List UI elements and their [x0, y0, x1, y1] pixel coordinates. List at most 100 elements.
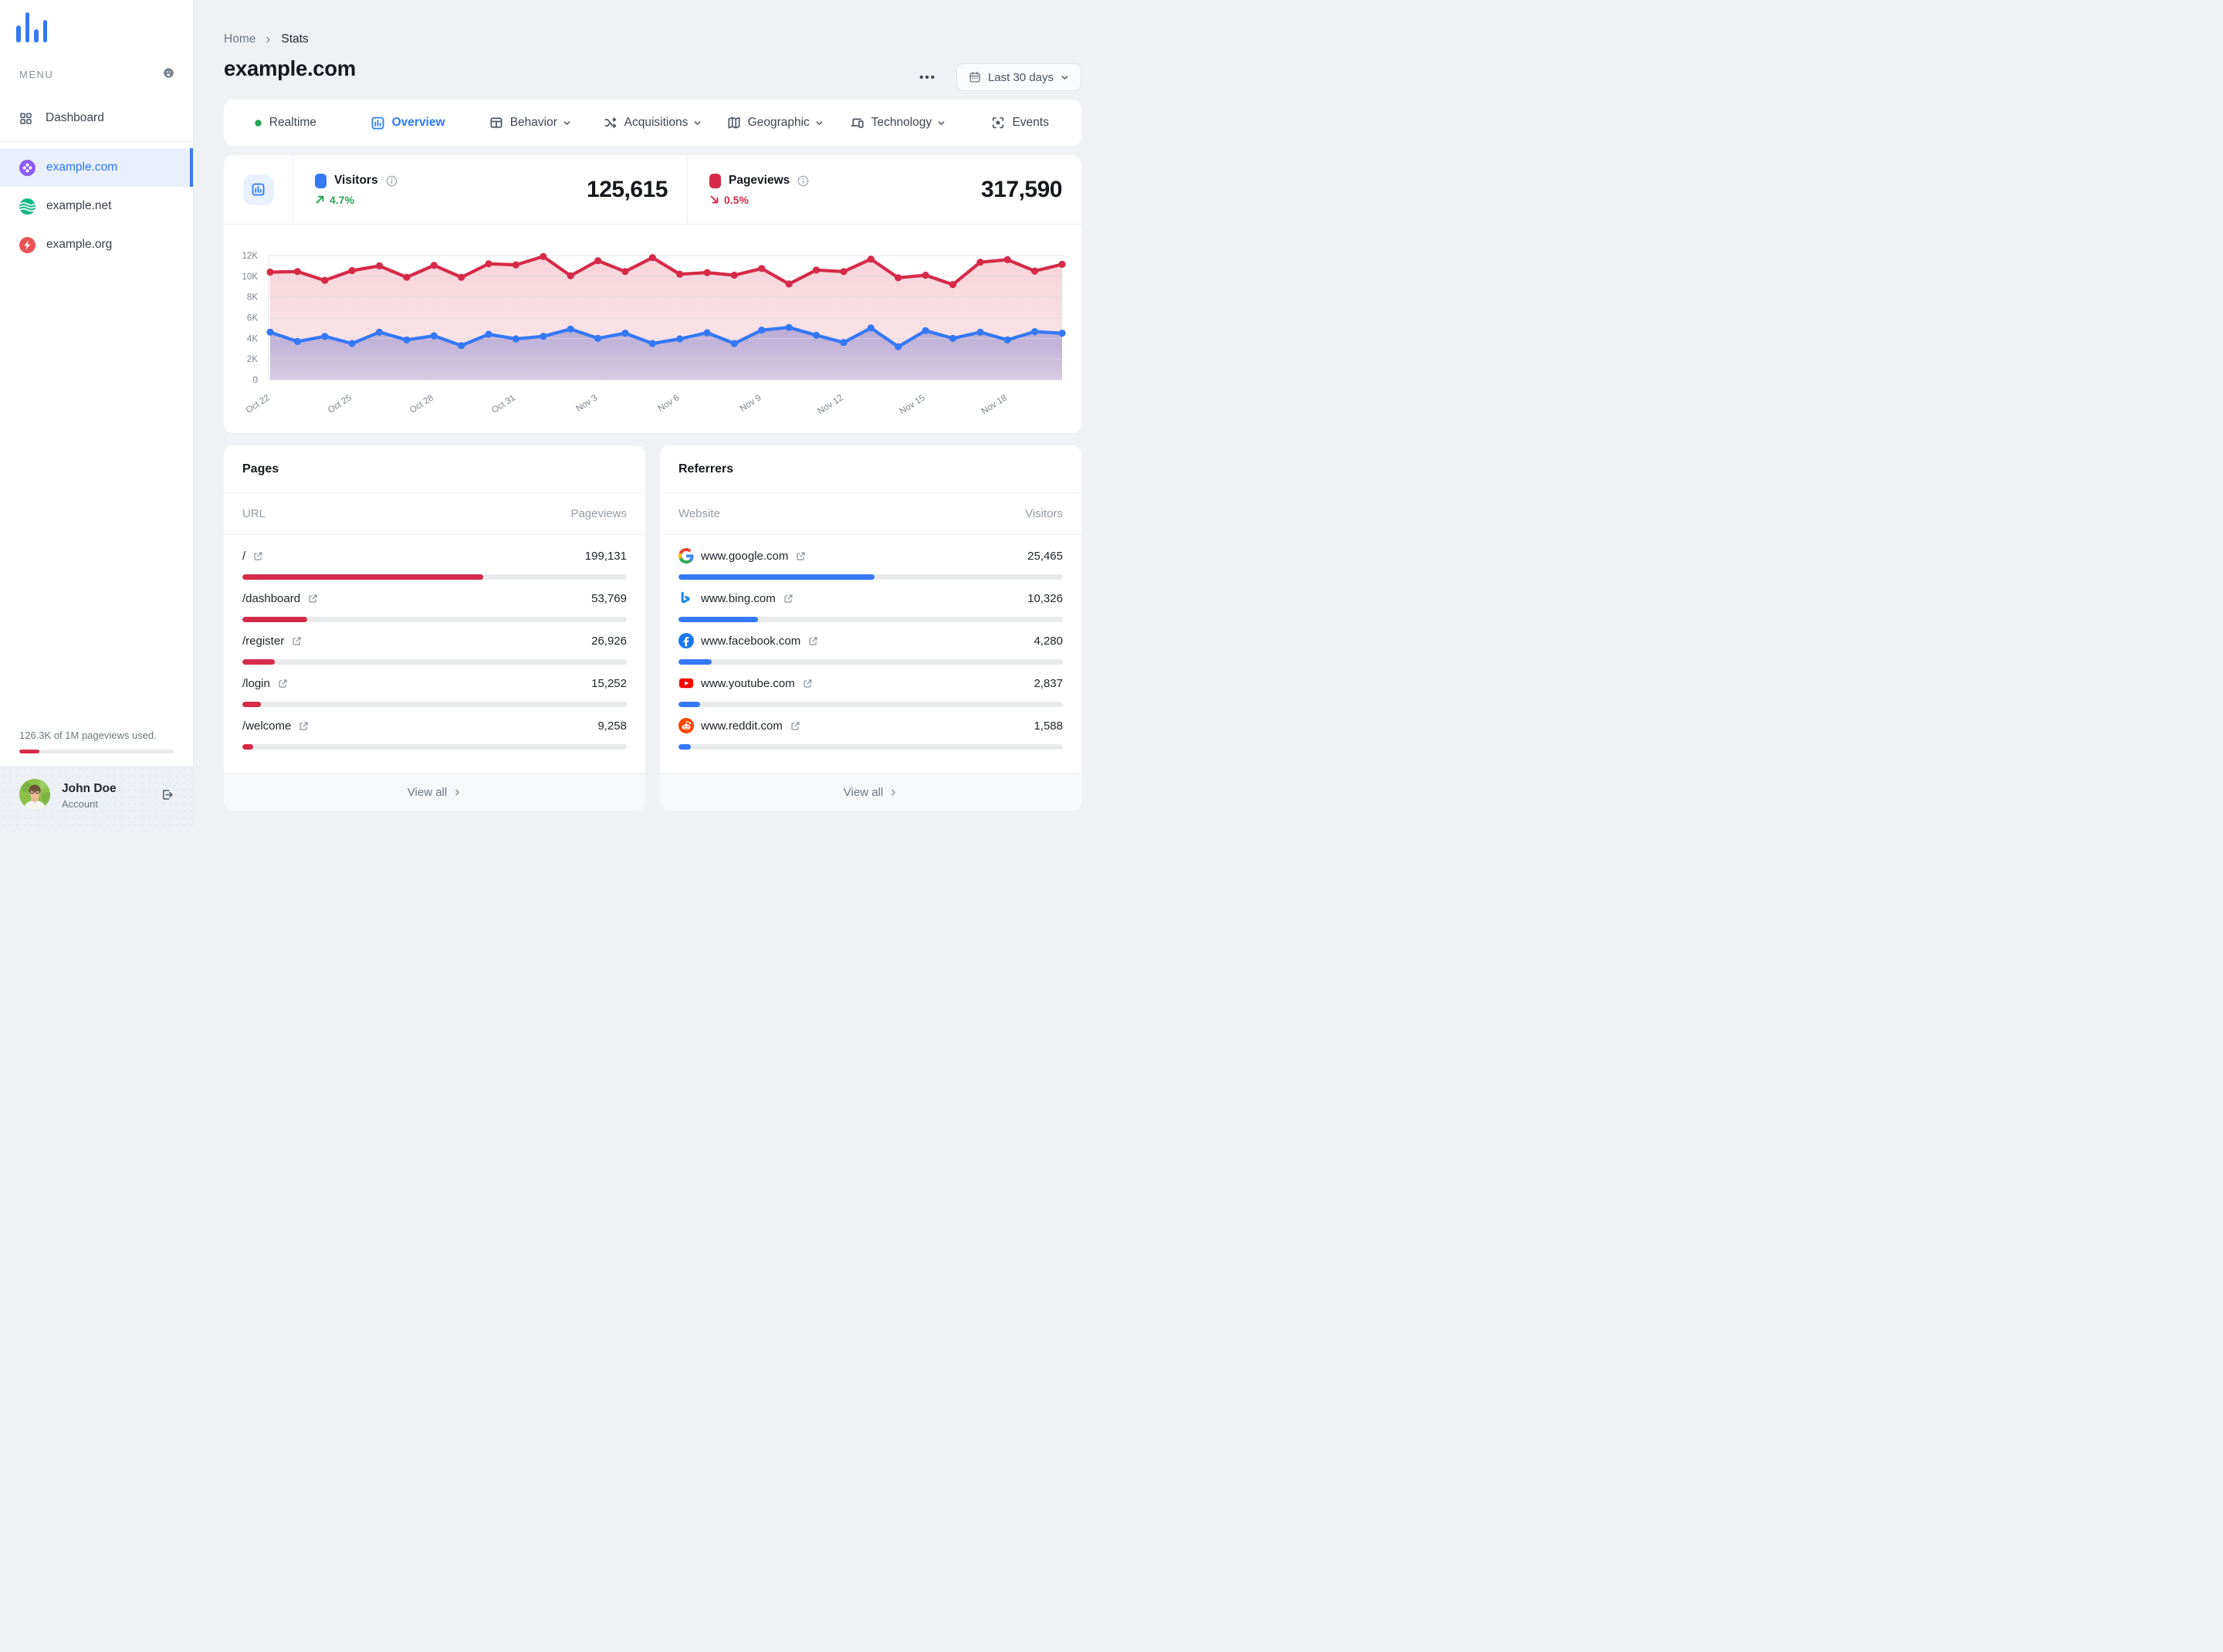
- external-link-icon[interactable]: [808, 636, 818, 646]
- pageviews-change: 0.5%: [724, 193, 749, 206]
- trend-down-icon: [709, 195, 719, 205]
- facebook-icon: [678, 633, 694, 648]
- referrer-value: 10,326: [1027, 591, 1063, 605]
- account-section[interactable]: John Doe Account: [0, 766, 193, 826]
- referrer-url[interactable]: www.google.com: [701, 550, 788, 563]
- external-link-icon[interactable]: [299, 721, 309, 731]
- external-link-icon[interactable]: [796, 551, 806, 561]
- tab-overview[interactable]: Overview: [347, 100, 469, 146]
- svg-text:Oct 25: Oct 25: [327, 393, 354, 415]
- referrers-view-all-button[interactable]: View all: [660, 773, 1081, 811]
- face-icon: [163, 67, 174, 81]
- date-range-button[interactable]: Last 30 days: [956, 63, 1081, 91]
- value-bar: [242, 617, 627, 622]
- tab-events[interactable]: Events: [959, 100, 1081, 146]
- folded-map-icon: [727, 116, 741, 130]
- tab-label: Overview: [391, 116, 445, 129]
- visitors-swatch: [315, 173, 327, 188]
- referrer-value: 2,837: [1034, 676, 1063, 690]
- site-list: example.com example.net example.org: [0, 148, 193, 264]
- account-name: John Doe: [62, 782, 117, 795]
- svg-text:4K: 4K: [247, 334, 258, 344]
- referrer-value: 1,588: [1034, 719, 1063, 733]
- table-row-: / 199,131: [242, 547, 627, 580]
- referrer-value: 25,465: [1027, 549, 1063, 563]
- clover-icon: [19, 159, 36, 176]
- info-icon[interactable]: [386, 175, 398, 187]
- page-url[interactable]: /login: [242, 677, 270, 690]
- external-link-icon[interactable]: [292, 636, 302, 646]
- sidebar-item-dashboard[interactable]: Dashboard: [0, 101, 193, 135]
- value-bar: [242, 574, 627, 580]
- pages-card-title: Pages: [224, 445, 645, 493]
- sidebar-site-example-net[interactable]: example.net: [0, 187, 193, 225]
- column-header-url: URL: [242, 507, 266, 520]
- column-header-pageviews: Pageviews: [570, 507, 627, 520]
- tab-acquisitions[interactable]: Acquisitions: [591, 100, 714, 146]
- svg-text:Oct 31: Oct 31: [490, 393, 517, 415]
- more-options-button[interactable]: •••: [919, 71, 936, 84]
- external-link-icon[interactable]: [803, 679, 813, 689]
- chevron-down-icon: [937, 119, 946, 127]
- overview-card: Visitors 4.7% 125,615 Pageviews 0.5% 317…: [224, 155, 1081, 433]
- app-logo-icon: [16, 12, 193, 42]
- traffic-chart: 0 2K 4K 6K 8K 10K 12K Oct 22 Oct 25 Oct 28 Oct 31 N…: [224, 225, 1081, 433]
- chevron-down-icon: [693, 119, 702, 127]
- tab-label: Geographic: [747, 116, 810, 129]
- page-value: 15,252: [591, 676, 627, 690]
- svg-text:Nov 12: Nov 12: [817, 393, 845, 416]
- tab-technology[interactable]: Technology: [837, 100, 959, 146]
- svg-text:2K: 2K: [247, 355, 258, 364]
- chevron-down-icon: [563, 119, 571, 127]
- referrer-url[interactable]: www.facebook.com: [701, 635, 800, 648]
- usage-meter: 126.3K of 1M pageviews used.: [0, 730, 193, 753]
- info-icon[interactable]: [797, 175, 809, 187]
- waves-icon: [19, 198, 36, 215]
- tab-behavior[interactable]: Behavior: [469, 100, 591, 146]
- referrer-url[interactable]: www.bing.com: [701, 592, 776, 605]
- page-url[interactable]: /register: [242, 635, 284, 648]
- external-link-icon[interactable]: [278, 679, 288, 689]
- svg-text:0: 0: [253, 376, 258, 385]
- pages-view-all-button[interactable]: View all: [224, 773, 645, 811]
- tab-realtime[interactable]: Realtime: [224, 100, 347, 146]
- page-url[interactable]: /: [242, 550, 245, 563]
- tab-geographic[interactable]: Geographic: [714, 100, 837, 146]
- trend-up-icon: [315, 195, 325, 205]
- theme-toggle-button[interactable]: [163, 67, 174, 81]
- page-value: 26,926: [591, 634, 627, 648]
- tab-label: Behavior: [509, 116, 557, 129]
- visitors-stat: Visitors 4.7% 125,615: [293, 155, 688, 224]
- table-row-www-reddit-com: www.reddit.com 1,588: [678, 717, 1063, 750]
- external-link-icon[interactable]: [253, 551, 263, 561]
- account-role: Account: [62, 798, 98, 810]
- tab-label: Acquisitions: [624, 116, 689, 129]
- svg-text:Nov 15: Nov 15: [898, 393, 927, 416]
- chevron-right-icon: [264, 36, 272, 44]
- value-bar: [242, 659, 627, 665]
- visitors-change: 4.7%: [330, 193, 354, 206]
- svg-text:Oct 28: Oct 28: [408, 393, 435, 415]
- sidebar-site-example-org[interactable]: example.org: [0, 225, 193, 264]
- referrer-value: 4,280: [1034, 634, 1063, 648]
- referrer-url[interactable]: www.reddit.com: [701, 719, 783, 733]
- svg-text:6K: 6K: [247, 314, 258, 323]
- menu-section-label: MENU: [19, 68, 54, 80]
- sidebar-site-example-com[interactable]: example.com: [0, 148, 193, 187]
- svg-text:Nov 18: Nov 18: [980, 393, 1009, 416]
- google-icon: [678, 548, 694, 564]
- external-link-icon[interactable]: [308, 594, 318, 604]
- page-url[interactable]: /welcome: [242, 719, 291, 733]
- svg-text:Oct 22: Oct 22: [245, 393, 272, 415]
- grid-icon: [19, 112, 32, 125]
- visitors-value: 125,615: [587, 176, 668, 202]
- table-row-www-google-com: www.google.com 25,465: [678, 547, 1063, 580]
- page-url[interactable]: /dashboard: [242, 592, 300, 605]
- external-link-icon[interactable]: [783, 594, 793, 604]
- logout-button[interactable]: [161, 788, 174, 804]
- site-label: example.org: [46, 238, 113, 251]
- external-link-icon[interactable]: [790, 721, 800, 731]
- breadcrumb-home-link[interactable]: Home: [224, 32, 255, 46]
- pageviews-label: Pageviews: [729, 174, 790, 187]
- referrer-url[interactable]: www.youtube.com: [701, 677, 795, 690]
